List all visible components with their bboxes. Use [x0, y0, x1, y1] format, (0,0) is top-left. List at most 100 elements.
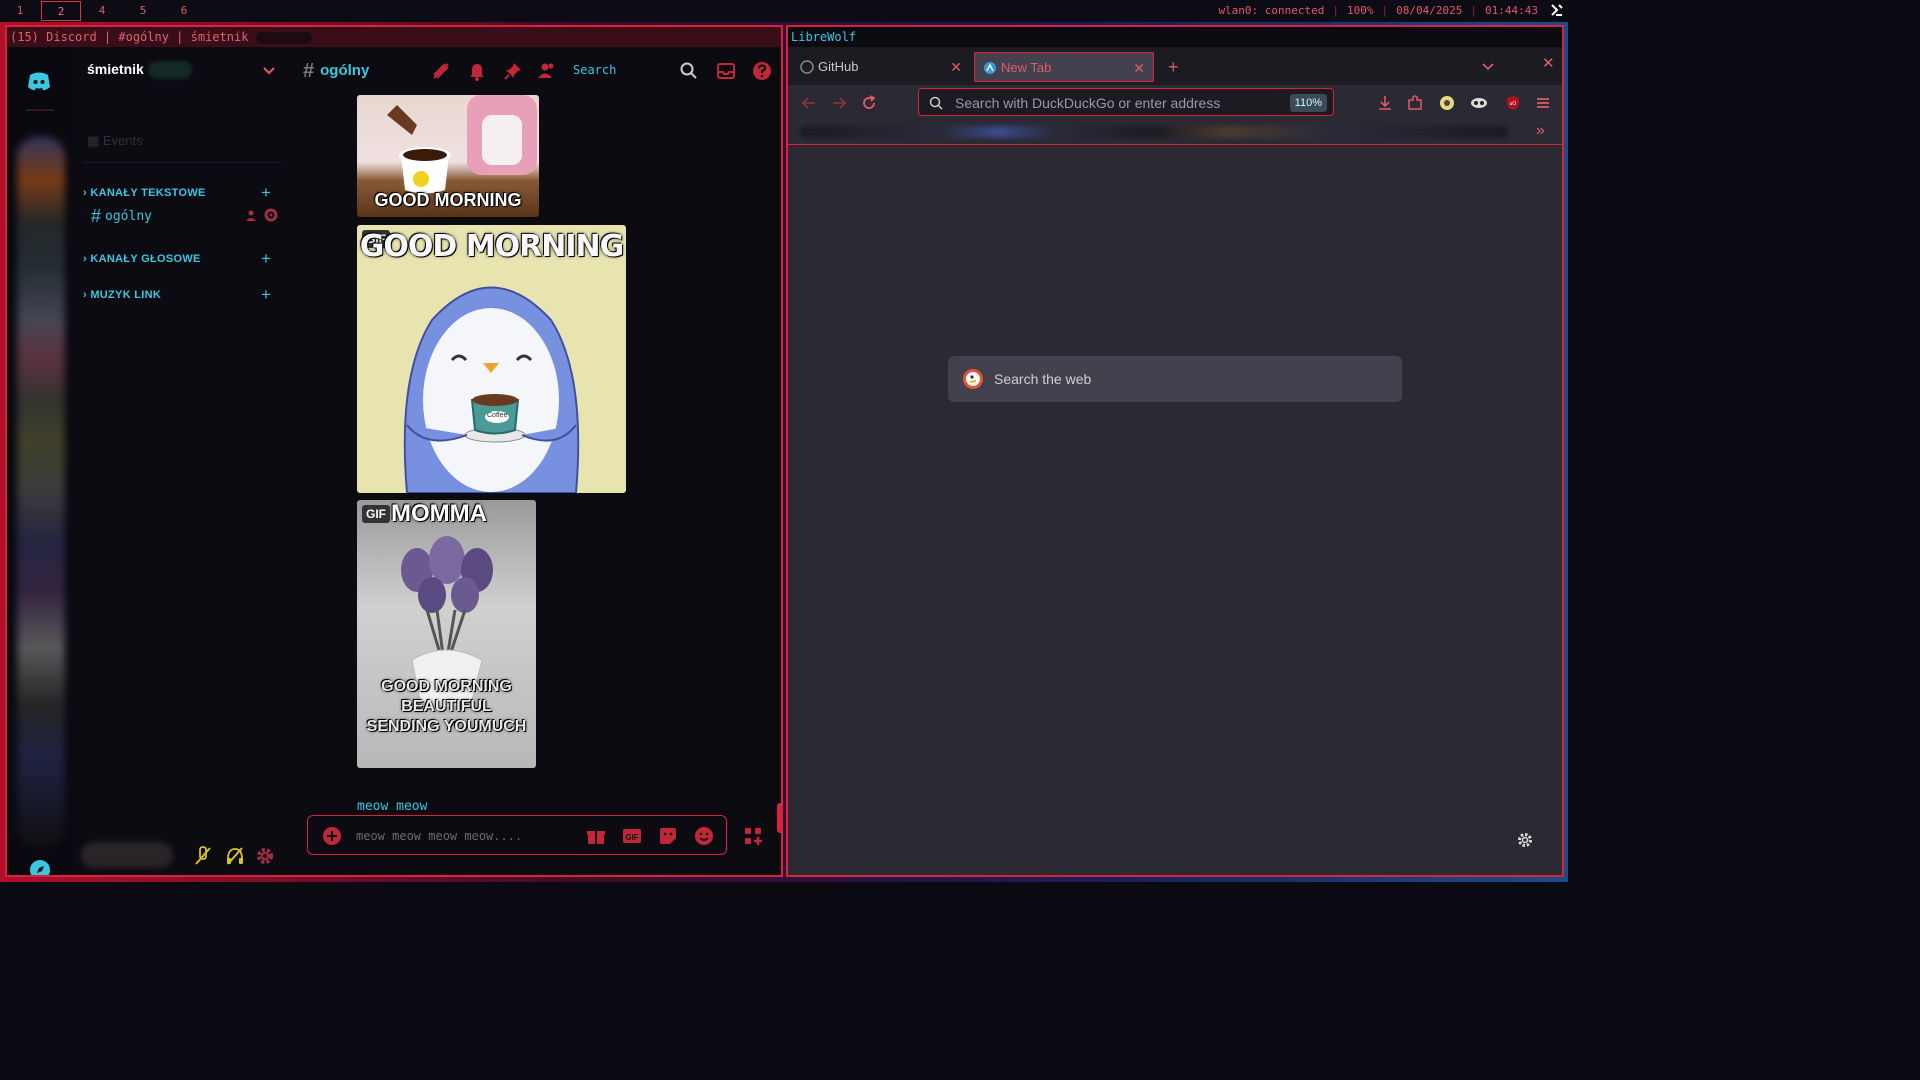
discord-home-icon[interactable]	[25, 67, 53, 95]
github-icon	[800, 60, 814, 74]
mic-muted-icon[interactable]	[193, 846, 213, 866]
librewolf-window: LibreWolf GitHub✕ New Tab✕ + ✕ 110% uO »	[786, 25, 1564, 877]
web-search-box	[948, 356, 1402, 402]
top-status-bar: 1 2 4 5 6 wlan0: connected | 100% | 08/04/20…	[0, 0, 1568, 22]
url-bar: 110%	[918, 88, 1334, 116]
search-icon[interactable]	[679, 61, 699, 81]
extension-avatar-icon[interactable]	[1438, 94, 1456, 112]
reload-icon[interactable]	[860, 94, 878, 112]
close-tab-icon[interactable]: ✕	[950, 52, 962, 82]
inbox-icon[interactable]	[716, 61, 736, 81]
extensions-icon[interactable]	[1406, 94, 1424, 112]
apps-icon[interactable]	[743, 826, 763, 846]
channel-sidebar: śmietnik ▦ Events › KANAŁY TEKSTOWE + # og…	[73, 47, 287, 875]
add-attachment-icon[interactable]	[322, 826, 342, 846]
category-voice-channels[interactable]: › KANAŁY GŁOSOWE +	[83, 249, 271, 268]
time-status: 01:44:43	[1485, 4, 1538, 17]
add-channel-icon[interactable]: +	[261, 183, 271, 203]
new-tab-button[interactable]: +	[1168, 52, 1179, 82]
workspace-5[interactable]: 5	[123, 1, 163, 21]
duckduckgo-icon	[963, 369, 983, 389]
tab-github[interactable]: GitHub ✕	[792, 52, 970, 82]
tray-app-icon[interactable]	[1550, 3, 1564, 17]
tab-bar: GitHub ✕ New Tab ✕ + ✕	[788, 47, 1562, 85]
server-list	[7, 47, 73, 877]
librewolf-icon	[984, 62, 996, 74]
gif-picker-icon[interactable]: GIF	[622, 826, 642, 846]
chevron-down-icon[interactable]	[1482, 61, 1494, 71]
wifi-status: wlan0: connected	[1218, 4, 1325, 17]
help-icon[interactable]	[752, 61, 772, 81]
server-list-separator	[26, 109, 54, 111]
server-name[interactable]: śmietnik	[87, 61, 192, 80]
back-icon[interactable]	[800, 94, 818, 112]
workspace-6[interactable]: 6	[164, 1, 204, 21]
gif-caption: GOOD MORNING	[359, 229, 624, 264]
privacy-badger-icon[interactable]	[1470, 94, 1488, 112]
gif-caption: GOOD MORNING BEAUTIFUL SENDING YOUMUCH	[366, 678, 527, 735]
chevron-down-icon[interactable]	[263, 65, 275, 75]
gif-good-morning-coffee[interactable]: GOOD MORNING	[357, 95, 539, 217]
headphones-muted-icon[interactable]	[225, 846, 245, 866]
threads-icon[interactable]	[431, 61, 451, 81]
events-item[interactable]: ▦ Events	[87, 133, 143, 149]
header-channel-name: # ogólny	[303, 60, 370, 82]
address-input[interactable]	[955, 94, 1285, 112]
emoji-icon[interactable]	[694, 826, 714, 846]
chat-scrollbar[interactable]	[777, 803, 781, 833]
gif-title: MOMMA	[391, 500, 487, 527]
chat-area: # ogólny Search GOOD MORNING Coffee GIF …	[287, 47, 781, 875]
category-text-channels[interactable]: › KANAŁY TEKSTOWE +	[83, 183, 271, 202]
search-icon	[929, 96, 943, 110]
browser-titlebar: LibreWolf	[788, 27, 1562, 47]
discord-window: (15) Discord | #ogólny | śmietnik śmietn…	[5, 25, 783, 877]
discord-window-title: (15) Discord | #ogólny | śmietnik	[10, 30, 249, 44]
menu-hamburger-icon[interactable]	[1534, 94, 1552, 112]
header-search[interactable]: Search	[573, 63, 616, 77]
category-muzyk-link[interactable]: › MUZYK LINK +	[83, 285, 271, 304]
pin-icon[interactable]	[503, 61, 523, 81]
message-composer: GIF	[307, 815, 727, 855]
cup-label: Coffee	[487, 412, 508, 419]
chat-header: # ogólny Search	[287, 47, 781, 95]
hash-icon: #	[303, 60, 315, 82]
gif-good-morning-penguin[interactable]: Coffee GIF GOOD MORNING	[357, 225, 626, 493]
add-channel-icon[interactable]: +	[261, 285, 271, 305]
server-icons-blurred[interactable]	[17, 137, 65, 847]
download-icon[interactable]	[1376, 94, 1394, 112]
close-window-icon[interactable]: ✕	[1542, 54, 1555, 72]
status-blocks: wlan0: connected | 100% | 08/04/2025 | 01:44:4…	[1218, 4, 1538, 17]
members-icon[interactable]	[537, 61, 557, 81]
channel-settings-icons[interactable]	[245, 207, 281, 223]
volume-status: 100%	[1347, 4, 1374, 17]
workspace-2[interactable]: 2	[41, 1, 81, 21]
tab-new-tab[interactable]: New Tab ✕	[974, 52, 1154, 82]
sticker-icon[interactable]	[658, 826, 678, 846]
settings-gear-icon[interactable]	[1516, 831, 1534, 849]
user-settings-gear-icon[interactable]	[255, 846, 275, 866]
gift-icon[interactable]	[586, 826, 606, 846]
svg-text:GIF: GIF	[625, 833, 638, 842]
bookmarks-blurred[interactable]	[800, 126, 1508, 138]
add-channel-icon[interactable]: +	[261, 249, 271, 269]
web-search-input[interactable]	[994, 368, 1374, 390]
workspace-4[interactable]: 4	[82, 1, 122, 21]
zoom-level-badge[interactable]: 110%	[1289, 94, 1327, 112]
ublock-origin-icon[interactable]: uO	[1504, 94, 1522, 112]
workspace-1[interactable]: 1	[0, 1, 40, 21]
close-tab-icon[interactable]: ✕	[1133, 53, 1145, 83]
more-bookmarks-icon[interactable]: »	[1536, 122, 1545, 140]
avatar[interactable]	[81, 842, 173, 868]
bookmarks-toolbar: »	[788, 121, 1562, 145]
discover-icon[interactable]	[29, 859, 51, 877]
svg-text:uO: uO	[1510, 101, 1517, 107]
bell-icon[interactable]	[467, 61, 487, 81]
gif-momma-flowers[interactable]: GIF MOMMA GOOD MORNING BEAUTIFUL SENDING…	[357, 500, 536, 768]
channel-item-ogolny[interactable]: # ogólny	[91, 206, 152, 227]
discord-titlebar: (15) Discord | #ogólny | śmietnik	[7, 27, 781, 47]
forward-icon[interactable]	[830, 94, 848, 112]
date-status: 08/04/2025	[1396, 4, 1463, 17]
user-panel	[73, 832, 287, 875]
message-text: meow meow	[357, 799, 428, 814]
message-input[interactable]	[356, 827, 576, 845]
